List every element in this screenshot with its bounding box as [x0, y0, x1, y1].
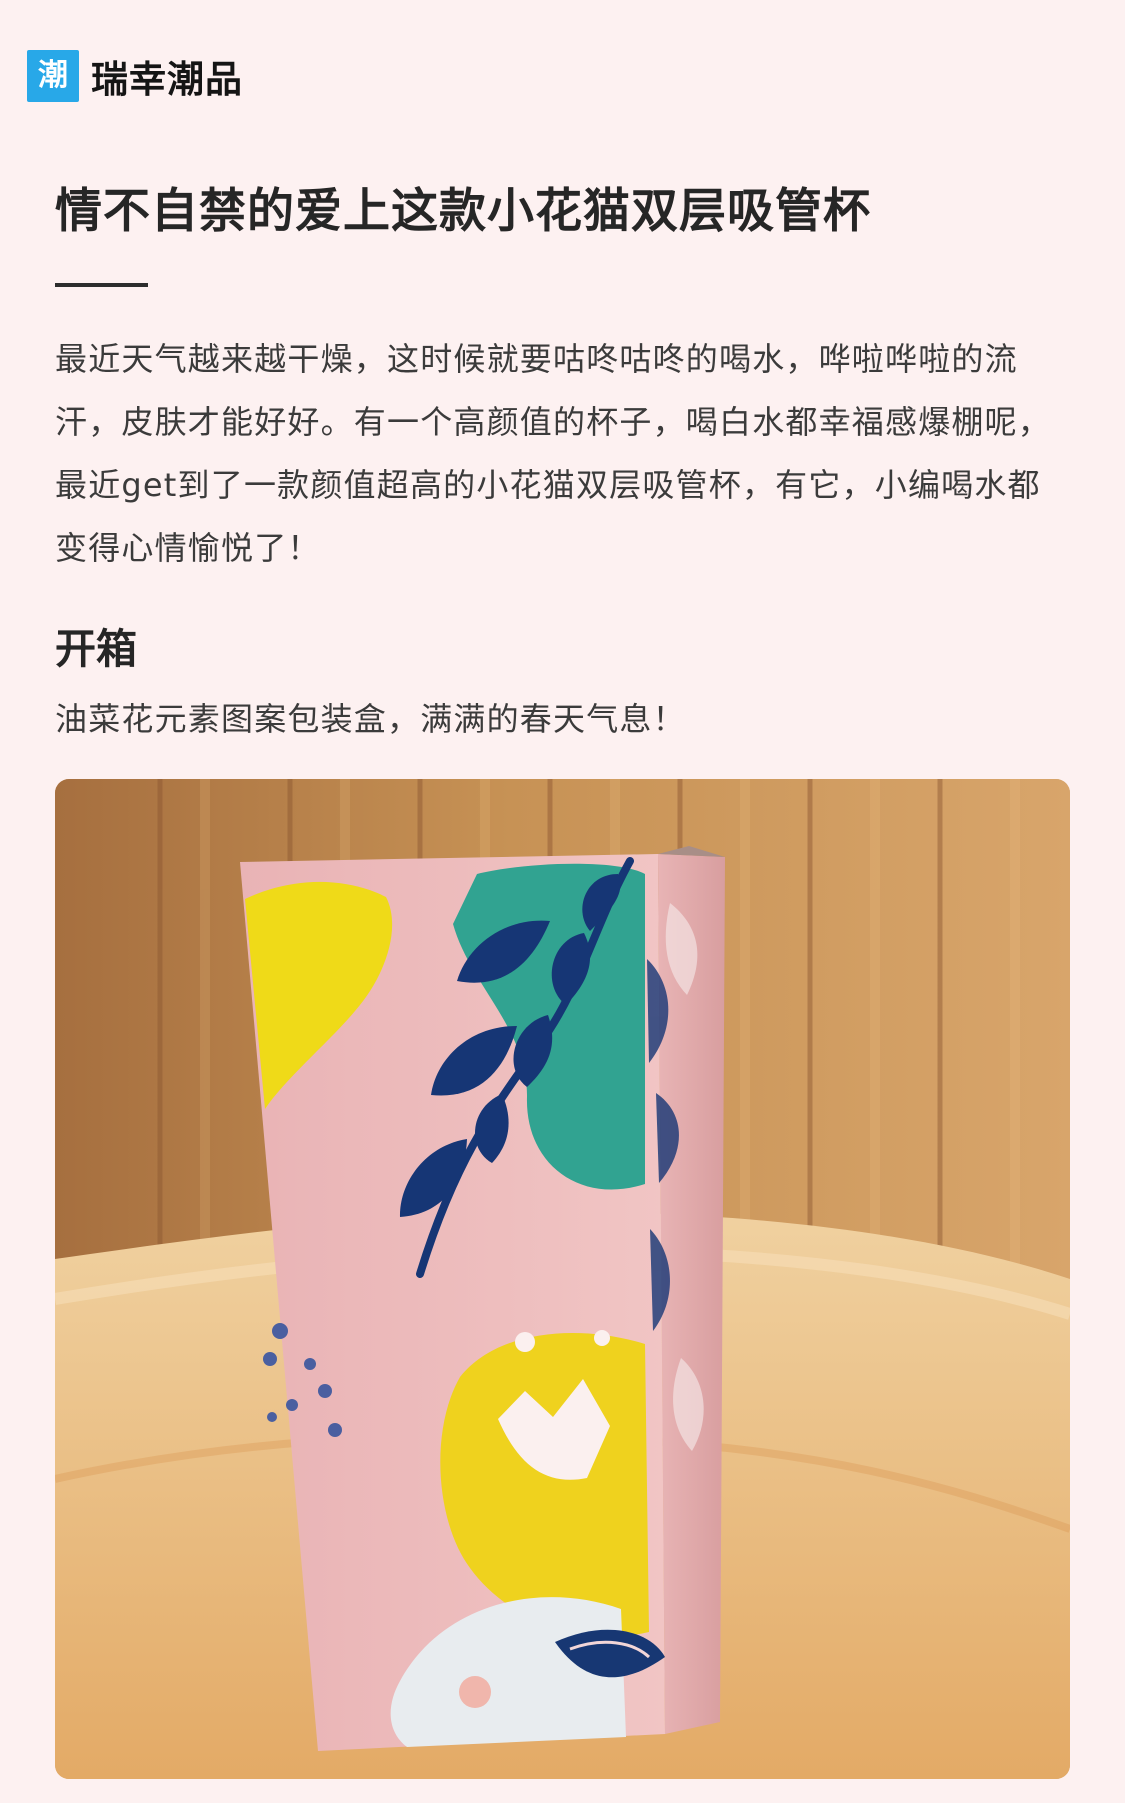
section-caption-unboxing: 油菜花元素图案包装盒，满满的春天气息！: [55, 700, 686, 738]
section-heading-unboxing: 开箱: [55, 625, 137, 673]
article-page: 潮 瑞幸潮品 情不自禁的爱上这款小花猫双层吸管杯 最近天气越来越干燥，这时候就要…: [0, 0, 1125, 1803]
brand-logo: 潮: [27, 50, 79, 102]
product-box-illustration: [55, 779, 1070, 1779]
product-box-photo: [55, 779, 1070, 1779]
brand-header[interactable]: 潮 瑞幸潮品: [27, 49, 243, 103]
brand-name: 瑞幸潮品: [91, 58, 243, 101]
article-title: 情不自禁的爱上这款小花猫双层吸管杯: [55, 184, 871, 239]
article-intro: 最近天气越来越干燥，这时候就要咕咚咕咚的喝水，哗啦哗啦的流汗，皮肤才能好好。有一…: [55, 340, 1052, 567]
title-divider: [55, 283, 148, 287]
